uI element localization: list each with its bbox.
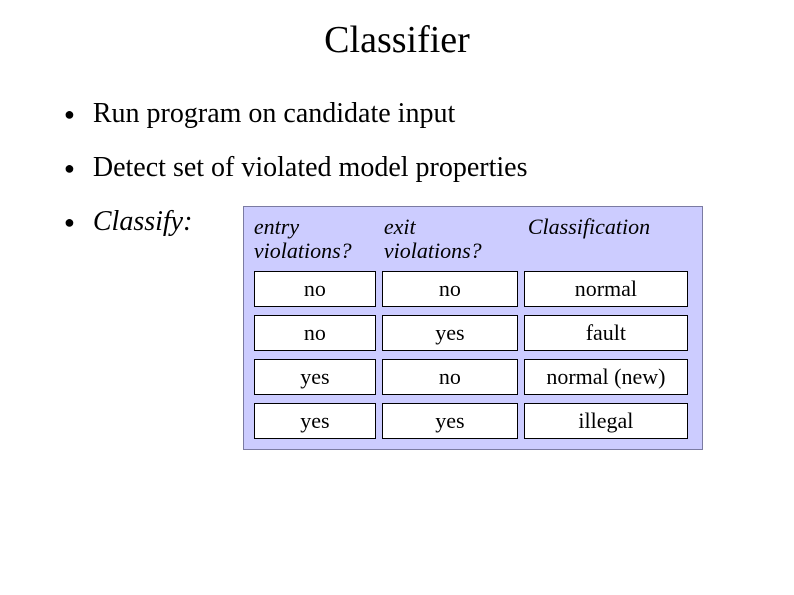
table-header-row: entry violations? exit violations? Class… — [254, 215, 692, 263]
col-header-exit: exit violations? — [384, 215, 524, 263]
cell-exit: yes — [382, 403, 518, 439]
bullet-item-2: ● Detect set of violated model propertie… — [60, 152, 734, 184]
cell-classification: illegal — [524, 403, 688, 439]
cell-entry: no — [254, 315, 376, 351]
cell-entry: yes — [254, 403, 376, 439]
bullet-item-1: ● Run program on candidate input — [60, 98, 734, 130]
classification-table: entry violations? exit violations? Class… — [243, 206, 703, 450]
table-row: yes yes illegal — [254, 403, 692, 439]
bullet-text-2: Detect set of violated model properties — [93, 152, 528, 184]
bullet-dot-icon: ● — [64, 206, 75, 238]
table-row: no no normal — [254, 271, 692, 307]
col-header-classification: Classification — [524, 215, 684, 263]
bullet-dot-icon: ● — [64, 152, 75, 184]
cell-exit: no — [382, 359, 518, 395]
bullet-dot-icon: ● — [64, 98, 75, 130]
cell-classification: normal — [524, 271, 688, 307]
bullet-list: ● Run program on candidate input ● Detec… — [60, 98, 734, 450]
header-entry-line2: violations? — [254, 238, 352, 263]
slide-content: ● Run program on candidate input ● Detec… — [0, 62, 794, 450]
header-exit-line2: violations? — [384, 238, 482, 263]
cell-exit: yes — [382, 315, 518, 351]
bullet-text-3: Classify: — [93, 206, 213, 238]
cell-classification: normal (new) — [524, 359, 688, 395]
cell-entry: yes — [254, 359, 376, 395]
bullet-text-1: Run program on candidate input — [93, 98, 455, 130]
header-entry-line1: entry — [254, 214, 299, 239]
bullet-item-3: ● Classify: entry violations? exit viola… — [60, 206, 734, 450]
col-header-entry: entry violations? — [254, 215, 384, 263]
cell-entry: no — [254, 271, 376, 307]
cell-exit: no — [382, 271, 518, 307]
slide-title: Classifier — [0, 0, 794, 62]
cell-classification: fault — [524, 315, 688, 351]
header-exit-line1: exit — [384, 214, 416, 239]
table-row: yes no normal (new) — [254, 359, 692, 395]
table-row: no yes fault — [254, 315, 692, 351]
